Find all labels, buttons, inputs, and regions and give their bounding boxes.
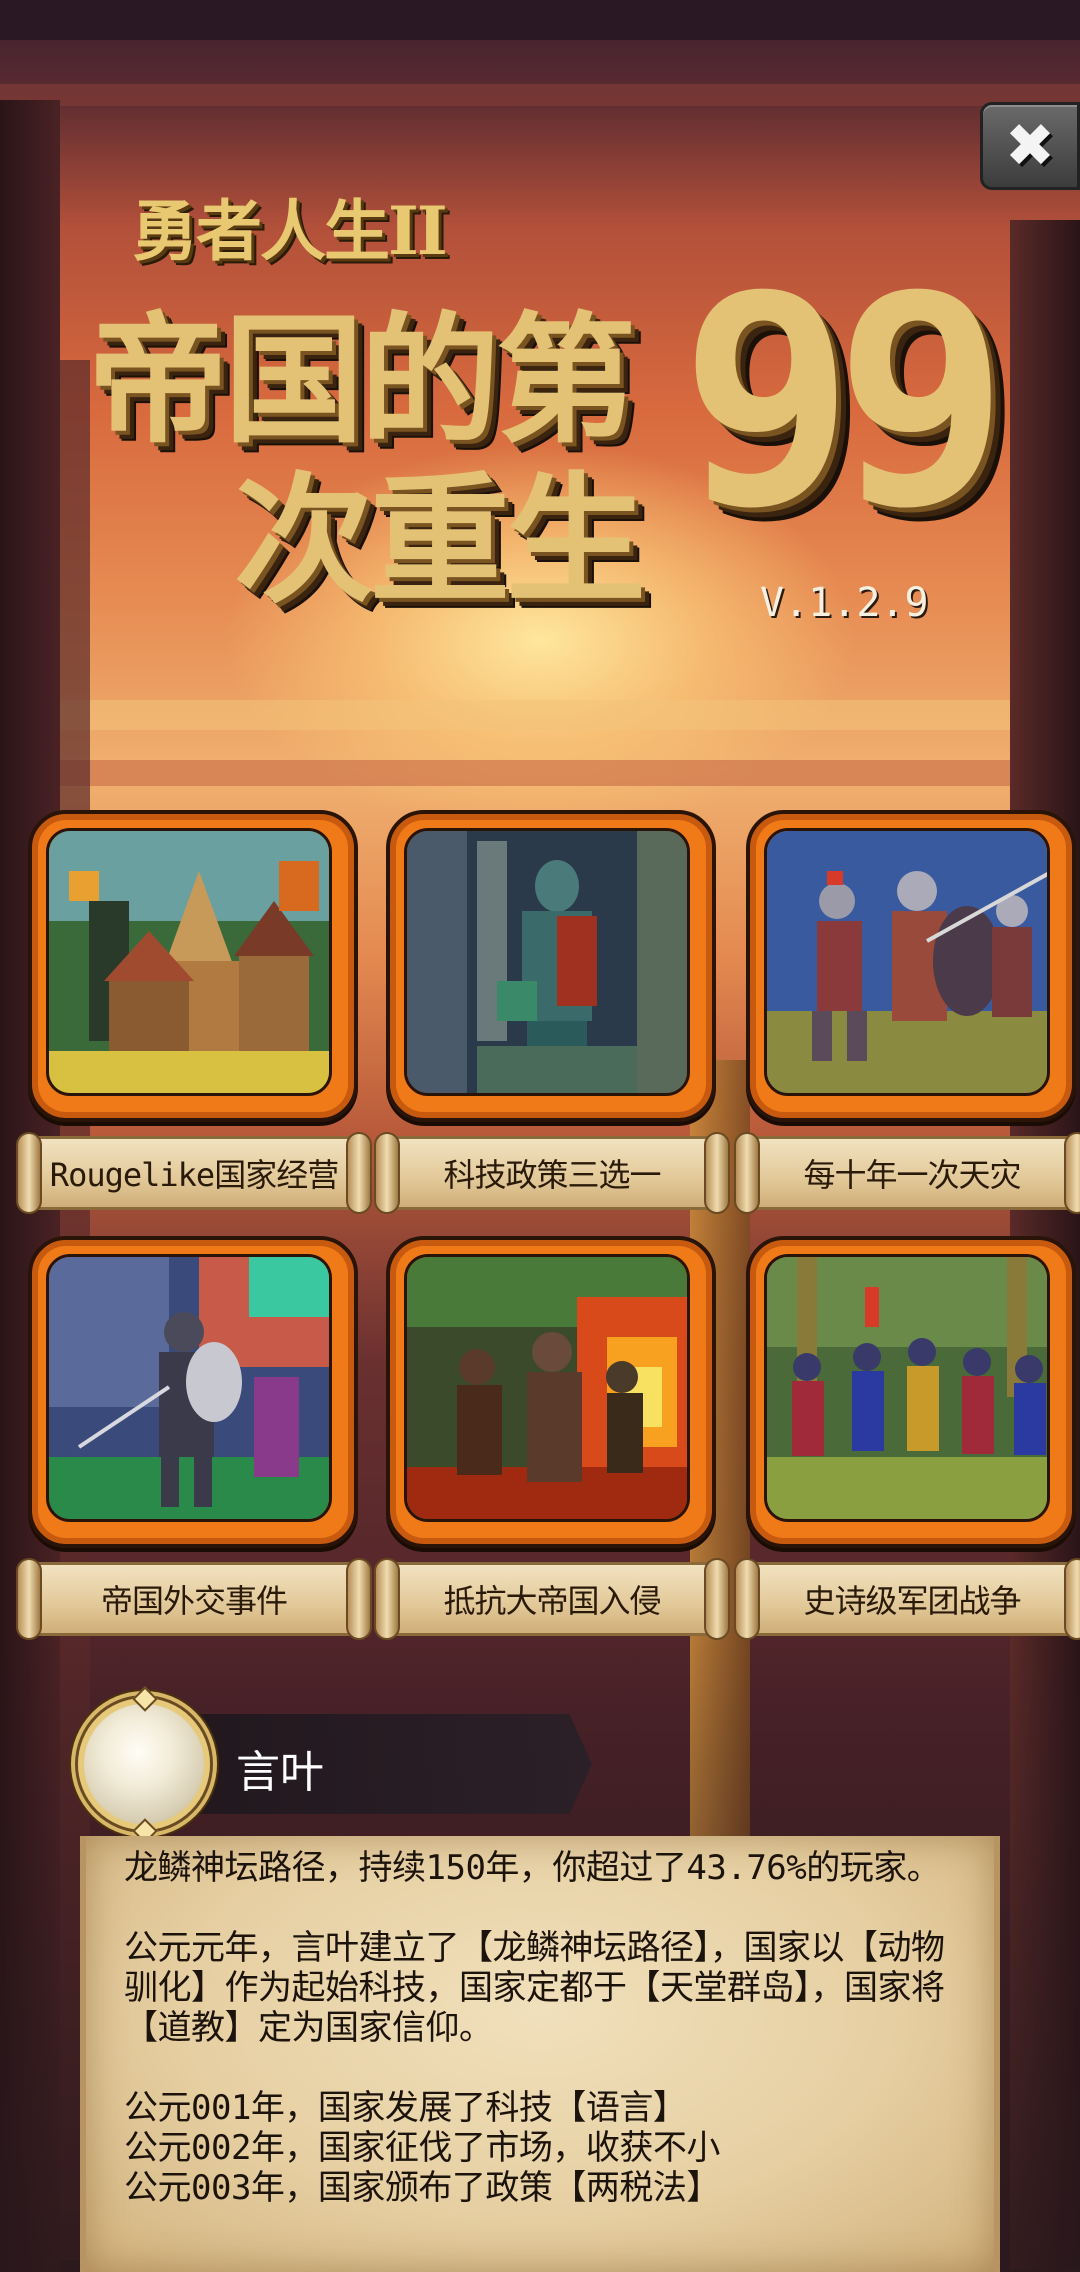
feature-scroll: 科技政策三选一: [374, 1132, 730, 1214]
knights-battle-picture: [764, 828, 1050, 1096]
log-event: 公元003年，国家颁布了政策【两税法】: [124, 2168, 720, 2208]
army-march-picture: [764, 1254, 1050, 1522]
cloud-band: [0, 700, 1080, 730]
village-picture: [46, 828, 332, 1096]
cloud-band: [0, 84, 1080, 106]
player-name: 言叶: [236, 1747, 324, 1798]
log-event: 公元002年，国家征伐了市场，收获不小: [124, 2128, 720, 2168]
feature-label: 史诗级军团战争: [803, 1582, 1021, 1620]
statue-picture: [404, 828, 690, 1096]
feature-scroll: Rougelike国家经营: [16, 1132, 372, 1214]
game-title-number: 99: [680, 234, 1009, 571]
player-avatar[interactable]: [78, 1698, 210, 1830]
log-founding: 公元元年，言叶建立了【龙鳞神坛路径】，国家以【动物驯化】作为起始科技，国家定都于…: [124, 1928, 945, 2048]
sky-band: [0, 0, 1080, 40]
feature-label: 每十年一次天灾: [803, 1156, 1021, 1194]
cloud-band: [0, 760, 1080, 786]
game-title-line2: 次重生: [234, 459, 646, 623]
knight-shield-picture: [46, 1254, 332, 1522]
game-subtitle: 勇者人生II: [132, 192, 448, 270]
feature-label: 帝国外交事件: [100, 1582, 288, 1620]
feature-scroll: 每十年一次天灾: [734, 1132, 1080, 1214]
close-button[interactable]: ✖: [980, 102, 1080, 190]
feature-scroll: 史诗级军团战争: [734, 1558, 1080, 1640]
burning-invasion-picture: [404, 1254, 690, 1522]
feature-label: Rougelike国家经营: [49, 1156, 339, 1194]
feature-scroll: 抵抗大帝国入侵: [374, 1558, 730, 1640]
log-event: 公元001年，国家发展了科技【语言】: [124, 2088, 687, 2128]
history-log-text: 龙鳞神坛路径，持续150年，你超过了43.76%的玩家。 公元元年，言叶建立了【…: [124, 1848, 964, 2208]
feature-label: 抵抗大帝国入侵: [443, 1582, 661, 1620]
log-summary: 龙鳞神坛路径，持续150年，你超过了43.76%的玩家。: [124, 1848, 941, 1888]
version-label: V.1.2.9: [760, 580, 929, 626]
close-icon: ✖: [1004, 111, 1056, 181]
feature-label: 科技政策三选一: [443, 1156, 661, 1194]
feature-scroll: 帝国外交事件: [16, 1558, 372, 1640]
